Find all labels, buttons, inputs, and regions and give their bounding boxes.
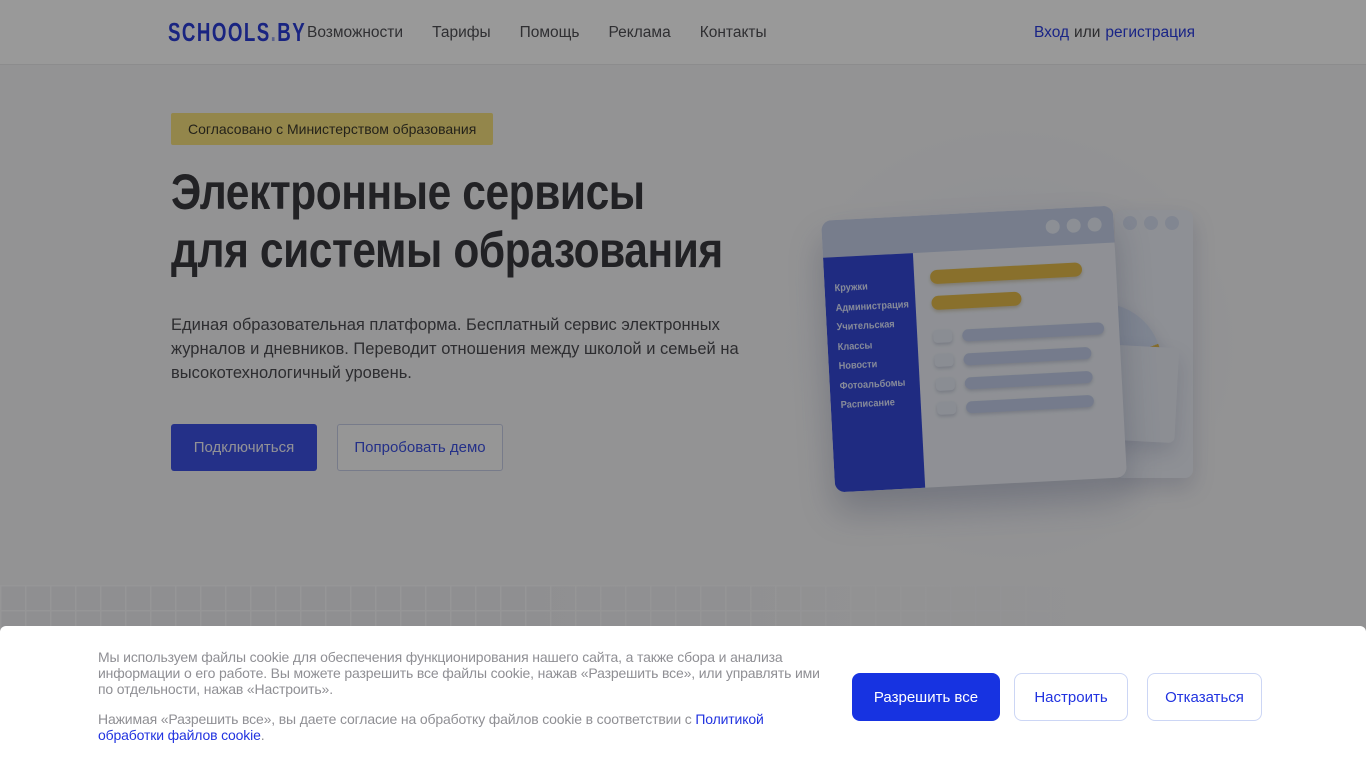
- cookie-banner: Мы используем файлы cookie для обеспечен…: [0, 626, 1366, 768]
- cookie-text-block: Мы используем файлы cookie для обеспечен…: [98, 649, 820, 743]
- cookie-paragraph-2-prefix: Нажимая «Разрешить все», вы даете соглас…: [98, 711, 696, 727]
- configure-button[interactable]: Настроить: [1014, 673, 1128, 721]
- allow-all-button[interactable]: Разрешить все: [852, 673, 1000, 721]
- page: SCHOOLS.BY Возможности Тарифы Помощь Рек…: [0, 0, 1366, 768]
- cookie-paragraph-2: Нажимая «Разрешить все», вы даете соглас…: [98, 711, 820, 743]
- cookie-paragraph-1: Мы используем файлы cookie для обеспечен…: [98, 649, 820, 697]
- cookie-paragraph-2-suffix: .: [260, 727, 265, 743]
- decline-button[interactable]: Отказаться: [1147, 673, 1262, 721]
- cookie-actions: Разрешить все Настроить Отказаться: [852, 673, 1262, 721]
